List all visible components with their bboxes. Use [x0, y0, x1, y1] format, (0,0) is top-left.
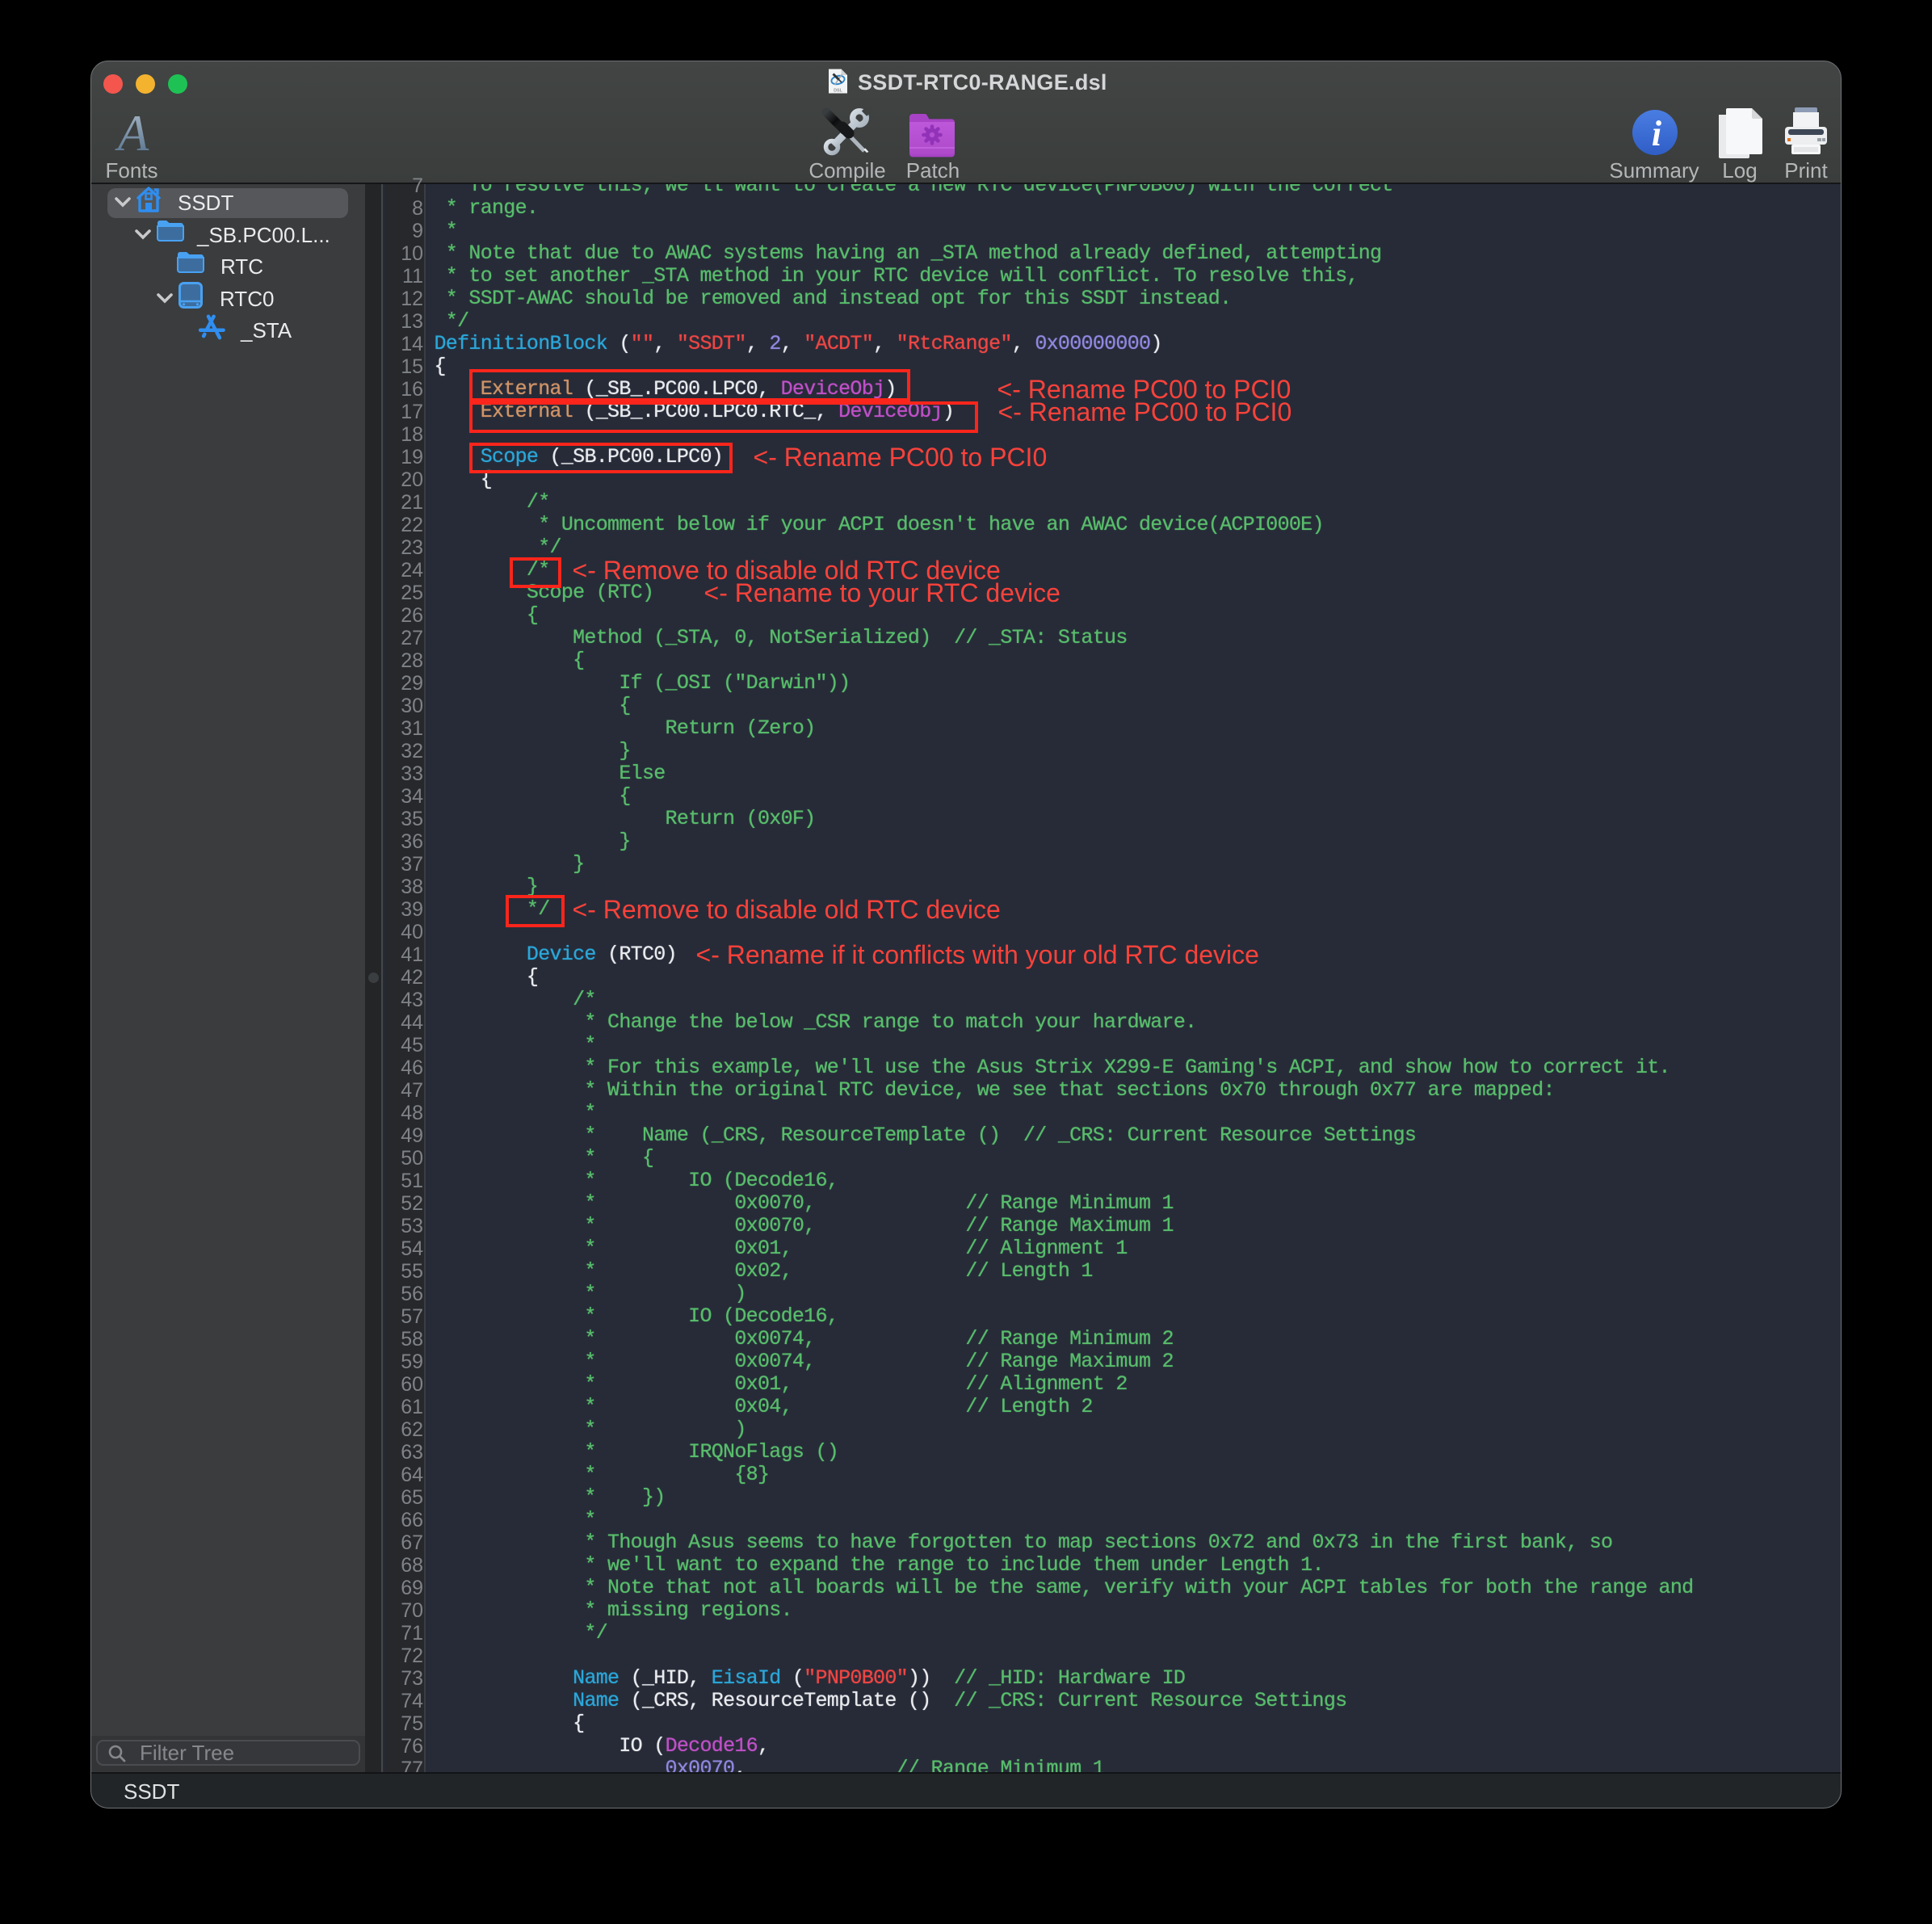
svg-text:i: i — [1652, 114, 1662, 153]
svg-text:DSL: DSL — [834, 89, 842, 94]
